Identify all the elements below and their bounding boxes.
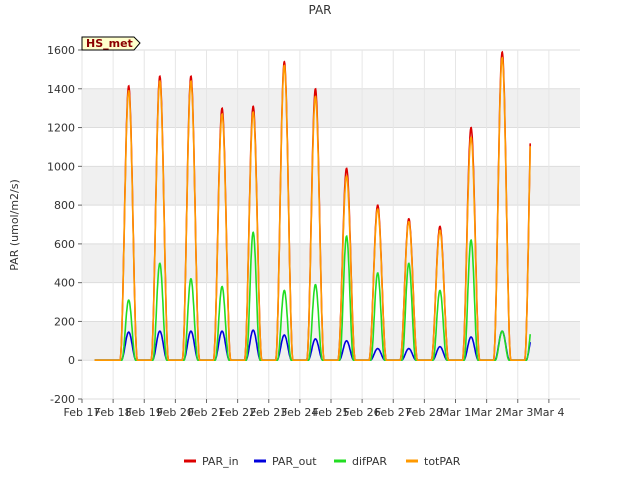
badge-label: HS_met — [86, 37, 133, 50]
y-tick-label: 0 — [68, 354, 75, 367]
y-tick-label: 400 — [54, 277, 75, 290]
legend-label: PAR_in — [202, 455, 239, 468]
x-tick-label: Mar 4 — [533, 406, 564, 419]
x-tick-label: Mar 1 — [440, 406, 471, 419]
legend-label: totPAR — [424, 455, 461, 468]
par-chart: PAR -200 0 200 400 600 800 1000 1200 1400 1600 Fe… — [8, 3, 580, 468]
x-axis: Feb 17Feb 18Feb 19Feb 20Feb 21Feb 22Feb … — [64, 399, 565, 419]
y-tick-label: 600 — [54, 238, 75, 251]
x-tick-label: Feb 28 — [406, 406, 443, 419]
x-tick-label: Mar 3 — [502, 406, 533, 419]
y-tick-label: 1000 — [47, 160, 75, 173]
y-tick-label: 1400 — [47, 83, 75, 96]
y-tick-label: 1600 — [47, 44, 75, 57]
y-tick-label: -200 — [50, 393, 75, 406]
y-axis: -200 0 200 400 600 800 1000 1200 1400 1600 — [47, 44, 82, 406]
chart-title: PAR — [308, 3, 331, 17]
y-tick-label: 1200 — [47, 122, 75, 135]
legend-label: PAR_out — [272, 455, 317, 468]
y-tick-label: 200 — [54, 315, 75, 328]
y-axis-label: PAR (umol/m2/s) — [8, 179, 21, 271]
legend: PAR_in PAR_out difPAR totPAR — [184, 455, 461, 468]
station-badge: HS_met — [81, 36, 141, 51]
y-tick-label: 800 — [54, 199, 75, 212]
legend-label: difPAR — [352, 455, 387, 468]
x-tick-label: Mar 2 — [471, 406, 502, 419]
